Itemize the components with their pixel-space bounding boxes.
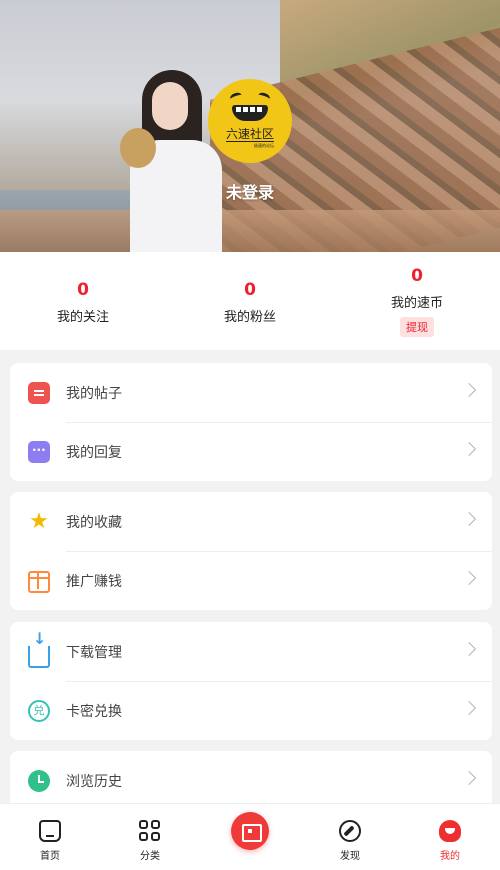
tab-discover[interactable]: 发现 bbox=[300, 804, 400, 870]
menu-item-promote-earn[interactable]: 推广赚钱 bbox=[10, 551, 492, 610]
chevron-right-icon bbox=[461, 441, 477, 457]
stat-coins[interactable]: 0 我的速币 提现 bbox=[334, 266, 500, 337]
chevron-right-icon bbox=[461, 511, 477, 527]
profile-banner: 六速社区 极速的论坛 未登录 bbox=[0, 0, 500, 252]
home-icon bbox=[39, 820, 61, 842]
menu-item-label: 浏览历史 bbox=[66, 773, 122, 790]
tab-label: 发现 bbox=[340, 851, 360, 862]
tab-category[interactable]: 分类 bbox=[100, 804, 200, 870]
menu-item-favorites[interactable]: ★ 我的收藏 bbox=[10, 492, 492, 551]
menu-item-download-manager[interactable]: 下载管理 bbox=[10, 622, 492, 681]
bottom-tab-bar: 首页 分类 发现 我的 bbox=[0, 803, 500, 870]
gift-icon bbox=[28, 571, 50, 593]
tab-center-post[interactable] bbox=[200, 804, 300, 870]
star-icon: ★ bbox=[29, 508, 49, 534]
chevron-right-icon bbox=[461, 382, 477, 398]
stat-label: 我的粉丝 bbox=[223, 310, 276, 325]
avatar-logo[interactable]: 六速社区 极速的论坛 bbox=[208, 79, 292, 163]
withdraw-button[interactable]: 提现 bbox=[400, 317, 434, 337]
menu-item-label: 下载管理 bbox=[66, 644, 122, 661]
menu-card-downloads: 下载管理 兑 卡密兑换 bbox=[10, 622, 492, 740]
compass-icon bbox=[339, 820, 361, 842]
reply-icon bbox=[28, 440, 50, 463]
profile-icon bbox=[439, 820, 461, 842]
stat-label: 我的关注 bbox=[56, 310, 109, 325]
stat-value: 0 bbox=[77, 280, 89, 300]
history-icon bbox=[28, 769, 50, 792]
download-icon bbox=[28, 629, 50, 668]
menu-card-history: 浏览历史 bbox=[10, 751, 492, 810]
stat-value: 0 bbox=[411, 266, 423, 286]
category-icon bbox=[139, 820, 161, 842]
tab-label: 分类 bbox=[140, 851, 160, 862]
stats-bar: 0 我的关注 0 我的粉丝 0 我的速币 提现 bbox=[0, 252, 500, 350]
login-status[interactable]: 未登录 bbox=[0, 179, 500, 203]
logo-mouth bbox=[232, 105, 268, 121]
menu-card-favorites: ★ 我的收藏 推广赚钱 bbox=[10, 492, 492, 610]
tab-home[interactable]: 首页 bbox=[0, 804, 100, 870]
menu-item-label: 推广赚钱 bbox=[66, 573, 122, 590]
chevron-right-icon bbox=[461, 641, 477, 657]
tab-label: 我的 bbox=[440, 851, 460, 862]
chevron-right-icon bbox=[461, 770, 477, 786]
menu-item-label: 我的回复 bbox=[66, 444, 122, 461]
menu-item-label: 我的帖子 bbox=[66, 385, 122, 402]
tab-mine[interactable]: 我的 bbox=[400, 804, 500, 870]
menu-card-posts: 我的帖子 我的回复 bbox=[10, 363, 492, 481]
post-center-icon bbox=[231, 812, 269, 850]
banner-rocks bbox=[0, 210, 500, 252]
chevron-right-icon bbox=[461, 700, 477, 716]
menu-item-my-replies[interactable]: 我的回复 bbox=[10, 422, 492, 481]
stat-fans[interactable]: 0 我的粉丝 bbox=[167, 280, 333, 325]
menu-item-my-posts[interactable]: 我的帖子 bbox=[10, 363, 492, 422]
stat-label: 我的速币 bbox=[390, 296, 443, 311]
menu-item-label: 我的收藏 bbox=[66, 514, 122, 531]
chevron-right-icon bbox=[461, 570, 477, 586]
menu-item-browse-history[interactable]: 浏览历史 bbox=[10, 751, 492, 810]
menu-item-label: 卡密兑换 bbox=[66, 703, 122, 720]
stat-following[interactable]: 0 我的关注 bbox=[0, 280, 166, 325]
tab-label: 首页 bbox=[40, 851, 60, 862]
post-icon bbox=[28, 381, 50, 404]
logo-text: 六速社区 bbox=[225, 127, 274, 141]
logo-subtext: 极速的论坛 bbox=[226, 141, 274, 149]
stat-value: 0 bbox=[244, 280, 256, 300]
menu-item-card-redeem[interactable]: 兑 卡密兑换 bbox=[10, 681, 492, 740]
redeem-icon: 兑 bbox=[28, 699, 50, 722]
logo-eyes bbox=[228, 91, 272, 103]
